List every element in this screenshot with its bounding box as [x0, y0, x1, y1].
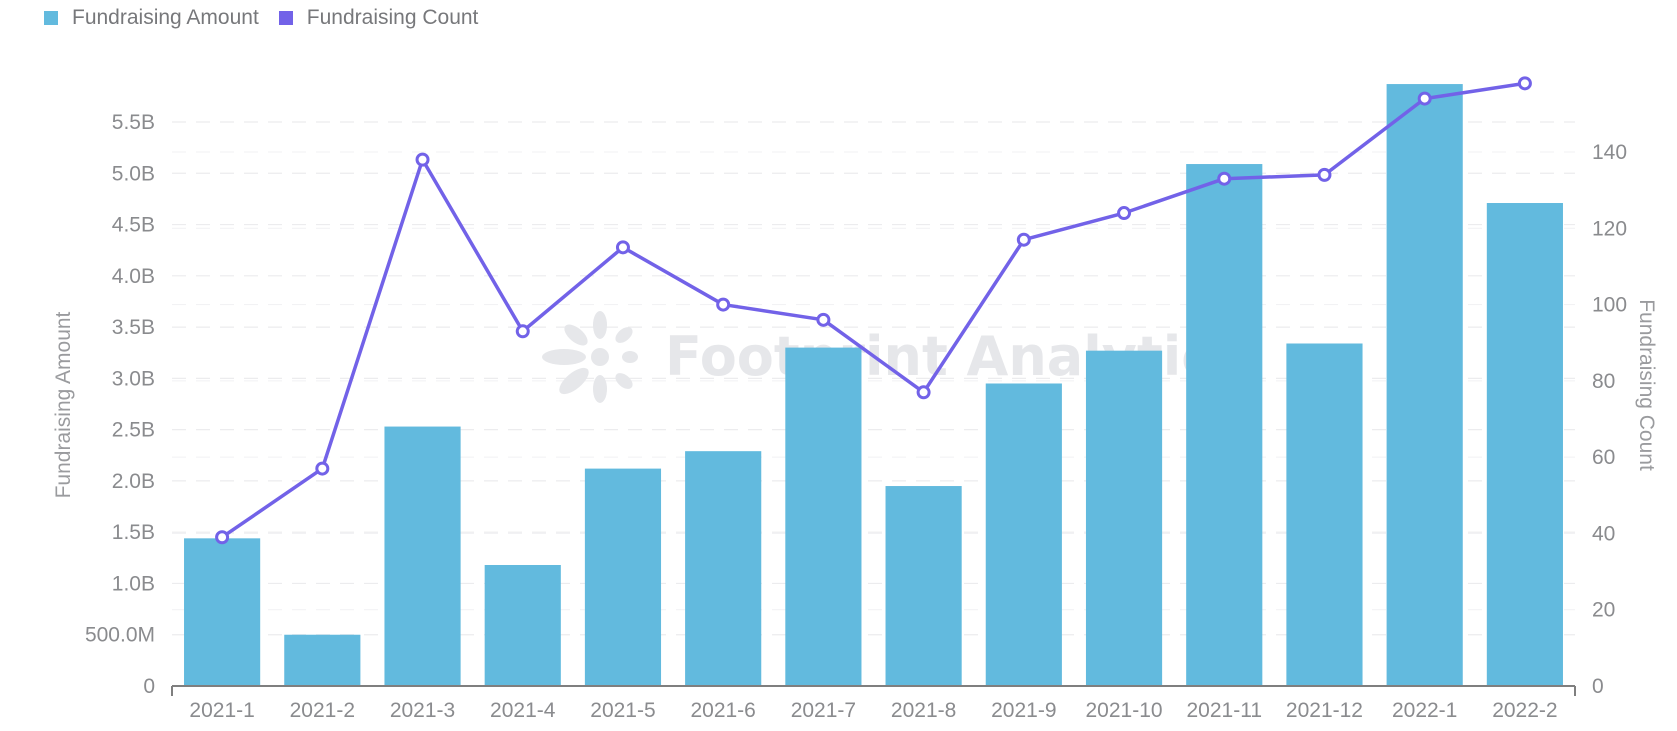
x-tick-label: 2021-3	[390, 699, 455, 722]
bar	[284, 634, 361, 686]
x-tick-label: 2022-2	[1492, 699, 1557, 722]
bar	[584, 468, 662, 686]
y-tick-label: 1.0B	[112, 572, 155, 595]
line-point	[1317, 167, 1332, 182]
line-point	[1417, 91, 1432, 106]
x-tick-label: 2021-11	[1186, 699, 1262, 722]
bar	[1286, 343, 1363, 686]
x-tick-label: 2021-12	[1286, 699, 1363, 722]
y-tick-label: 3.5B	[112, 316, 155, 339]
y-tick-label: 500.0M	[85, 624, 155, 647]
y-tick-label: 2.5B	[112, 419, 155, 442]
y2-tick-label: 40	[1592, 522, 1615, 545]
y-tick-label: 4.0B	[112, 265, 155, 288]
x-tick-label: 2021-8	[891, 699, 956, 722]
bar	[1186, 164, 1263, 686]
bar	[685, 451, 762, 686]
y-tick-label: 0	[143, 675, 155, 698]
line-point	[315, 461, 330, 476]
line-point	[415, 152, 430, 167]
y-tick-label: 4.5B	[112, 214, 155, 237]
y-axis-title-right: Fundraising Count	[1635, 299, 1658, 471]
y2-tick-label: 0	[1592, 675, 1604, 698]
line-point	[1117, 206, 1132, 221]
x-tick-label: 2021-2	[290, 699, 355, 722]
line-point	[1517, 76, 1532, 91]
x-tick-label: 2021-4	[490, 699, 556, 722]
bar	[885, 486, 962, 686]
y2-tick-label: 60	[1592, 446, 1615, 469]
axes	[171, 685, 1576, 696]
y-tick-label: 5.5B	[112, 111, 155, 134]
bar	[484, 564, 561, 686]
bar	[1486, 203, 1563, 686]
y-tick-label: 1.5B	[112, 521, 155, 544]
bar	[1085, 350, 1163, 686]
x-tick-label: 2021-9	[991, 699, 1056, 722]
line-point	[1016, 232, 1031, 247]
combo-chart: Footprint Analytics 0500.0M1.0B1.5B2.0B2…	[52, 76, 1658, 722]
line-point	[515, 324, 530, 339]
y2-tick-label: 120	[1592, 217, 1627, 240]
watermark-logo-icon	[542, 311, 638, 403]
line-point	[215, 530, 230, 545]
y-tick-label: 3.0B	[112, 367, 155, 390]
y2-tick-label: 100	[1592, 294, 1627, 317]
x-tick-label: 2021-5	[590, 699, 655, 722]
bar	[384, 426, 461, 686]
line-point	[615, 240, 630, 255]
line-point	[1217, 171, 1232, 186]
x-tick-label: 2021-1	[189, 699, 254, 722]
bar	[184, 538, 261, 686]
y2-tick-label: 140	[1592, 141, 1627, 164]
y-tick-label: 5.0B	[112, 162, 155, 185]
x-tick-label: 2021-7	[791, 699, 856, 722]
y-axis-title-left: Fundraising Amount	[52, 311, 75, 498]
x-tick-label: 2021-6	[690, 699, 755, 722]
line-point	[916, 385, 931, 400]
x-tick-label: 2021-10	[1085, 699, 1162, 722]
y2-tick-label: 20	[1592, 599, 1615, 622]
y2-tick-label: 80	[1592, 370, 1615, 393]
bar	[785, 347, 862, 686]
y-tick-label: 2.0B	[112, 470, 155, 493]
line-point	[716, 297, 731, 312]
x-tick-label: 2022-1	[1392, 699, 1457, 722]
line-point	[816, 312, 831, 327]
bar	[985, 383, 1062, 686]
bar	[1386, 84, 1463, 687]
